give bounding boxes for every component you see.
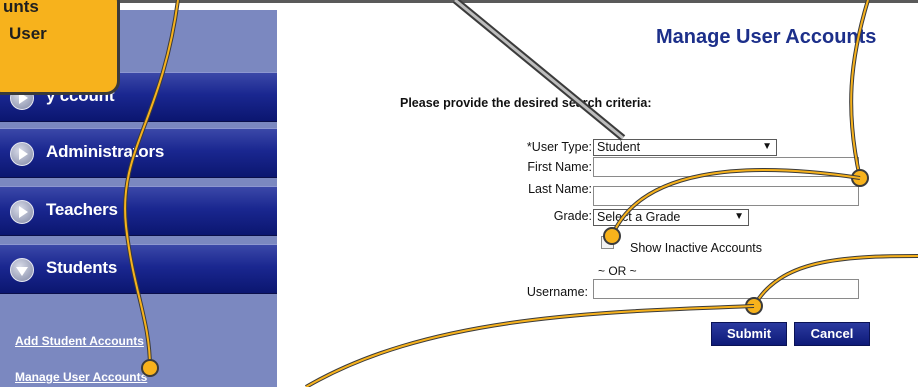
callout-line-2: User — [9, 24, 47, 43]
grade-label: Grade: — [553, 209, 592, 223]
pointer-line-user-type — [452, 0, 626, 141]
grade-select[interactable]: Select a Grade ▼ — [593, 209, 749, 226]
user-type-select[interactable]: Student ▼ — [593, 139, 777, 156]
cancel-button[interactable]: Cancel — [794, 322, 870, 346]
sidebar-item-label: Administrators — [46, 142, 165, 161]
user-type-label: *User Type: — [526, 140, 592, 154]
manage-user-accounts-link[interactable]: Manage User Accounts — [15, 370, 147, 384]
sidebar-item-administrators[interactable]: Administrators — [0, 128, 277, 178]
callout-line-1: unts — [3, 0, 39, 16]
arrow-right-icon — [10, 200, 34, 224]
last-name-label: Last Name: — [528, 182, 592, 196]
dropdown-arrow-icon: ▼ — [762, 141, 772, 152]
search-criteria-prompt: Please provide the desired search criter… — [400, 96, 652, 110]
sidebar-item-students[interactable]: Students — [0, 244, 277, 294]
sidebar-item-teachers[interactable]: Teachers — [0, 186, 277, 236]
submit-button[interactable]: Submit — [711, 322, 787, 346]
or-separator: ~ OR ~ — [598, 264, 637, 278]
show-inactive-label: Show Inactive Accounts — [630, 241, 763, 255]
last-name-field[interactable] — [593, 186, 859, 206]
top-border-line — [118, 0, 918, 3]
sidebar-item-label: Students — [46, 258, 118, 277]
callout-box: unts User — [0, 0, 120, 95]
username-field[interactable] — [593, 279, 859, 299]
first-name-label: First Name: — [527, 160, 592, 174]
username-label: Username: — [526, 285, 588, 299]
first-name-field[interactable] — [593, 157, 859, 177]
arrow-right-icon — [10, 142, 34, 166]
grade-value: Select a Grade — [597, 210, 681, 224]
arrow-down-icon — [10, 258, 34, 282]
sidebar-item-label: Teachers — [46, 200, 118, 219]
pointer-line-bottom — [304, 304, 755, 387]
page-title: Manage User Accounts — [656, 26, 877, 48]
add-student-accounts-link[interactable]: Add Student Accounts — [15, 334, 144, 348]
user-type-value: Student — [597, 140, 641, 154]
show-inactive-checkbox[interactable] — [601, 236, 614, 249]
pointer-dot-submit — [745, 297, 763, 315]
dropdown-arrow-icon: ▼ — [734, 211, 744, 222]
